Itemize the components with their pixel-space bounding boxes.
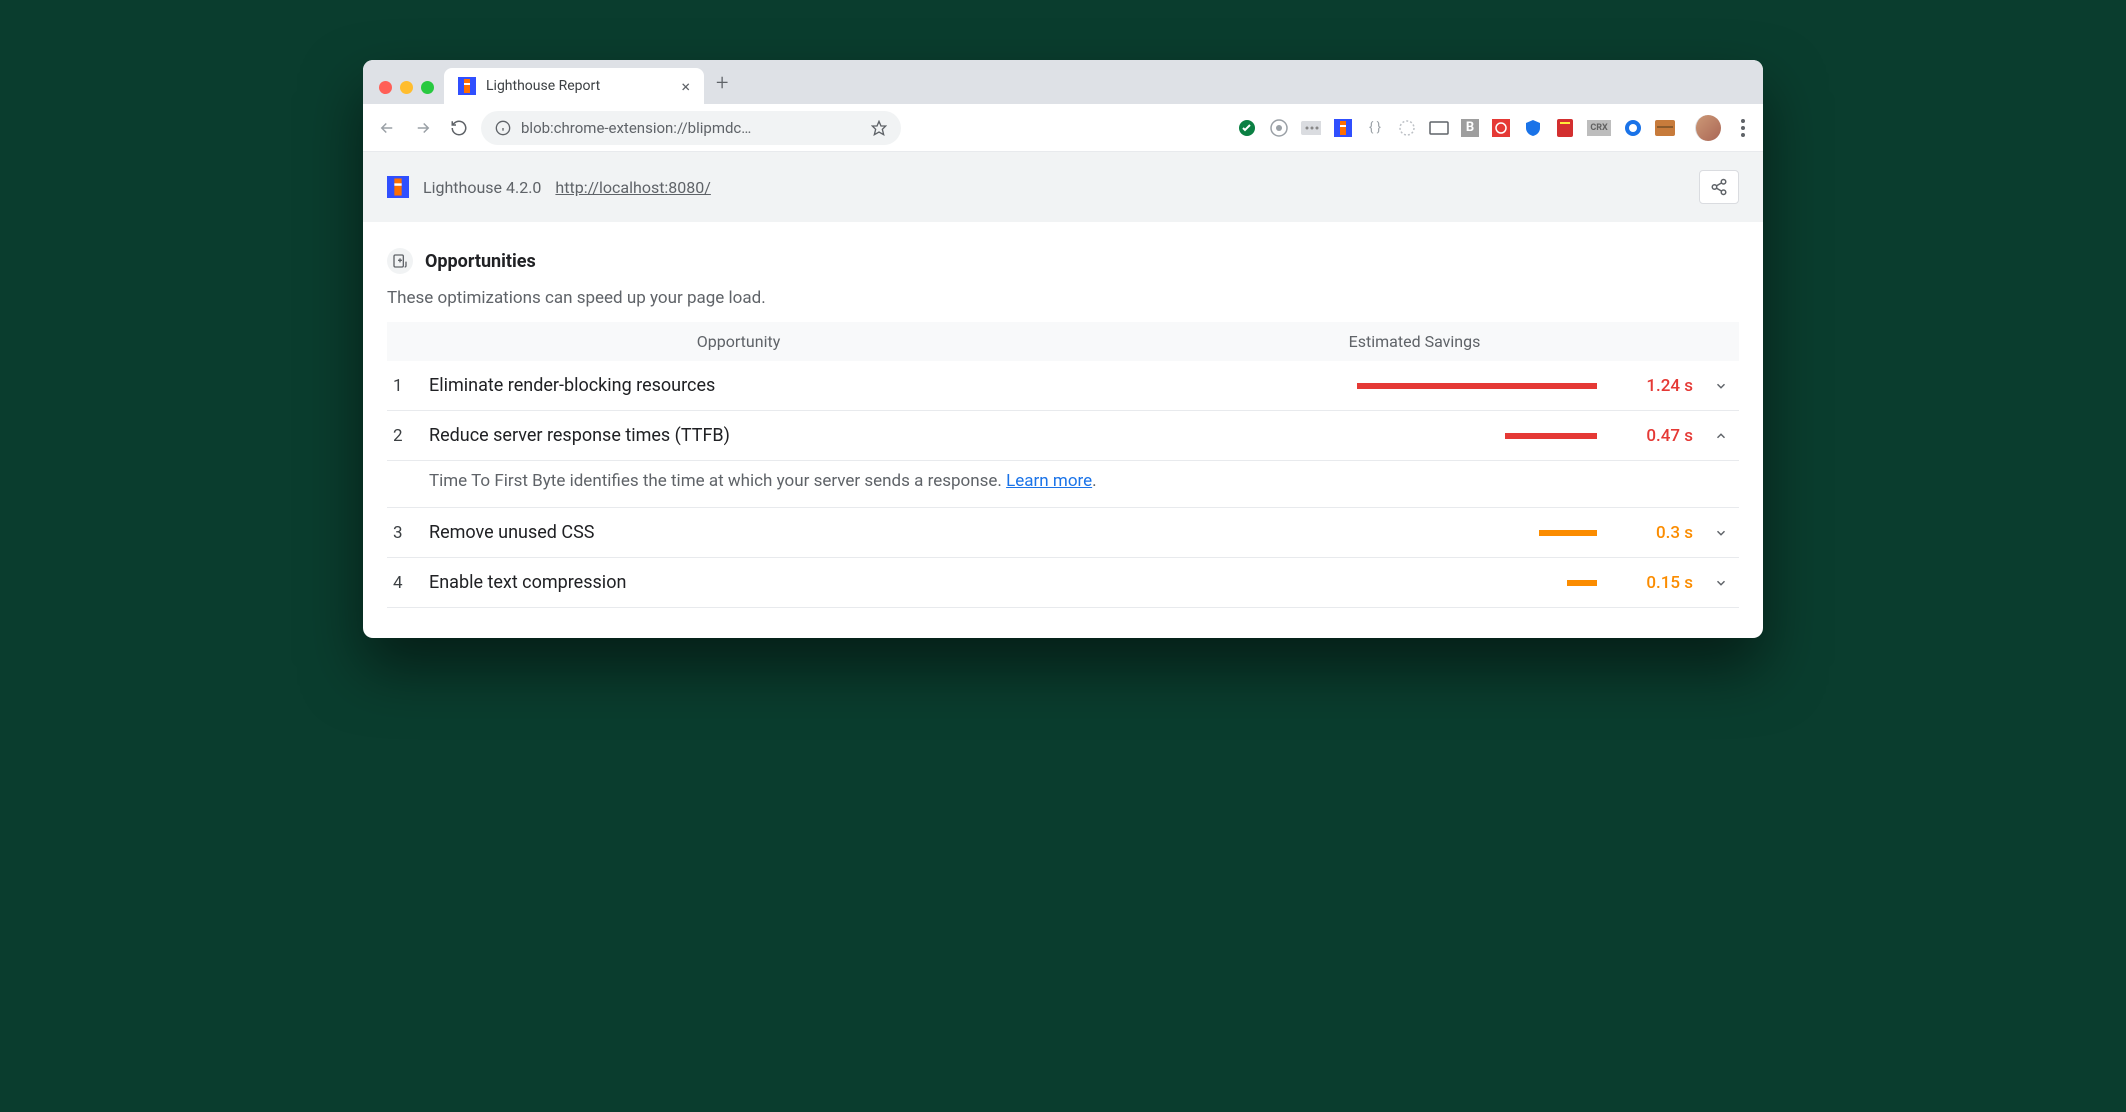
back-button[interactable] (373, 114, 401, 142)
section-description: These optimizations can speed up your pa… (387, 288, 1739, 308)
browser-toolbar: blob:chrome-extension://blipmdc… { } B C… (363, 104, 1763, 152)
savings-bar (1539, 530, 1597, 536)
reload-button[interactable] (445, 114, 473, 142)
opportunity-title: Reduce server response times (TTFB) (429, 425, 1099, 446)
window-controls (375, 81, 444, 104)
row-number: 4 (393, 573, 413, 593)
extension-icon[interactable] (1237, 118, 1257, 138)
savings-value: 1.24 s (1623, 376, 1693, 396)
section-title: Opportunities (425, 251, 536, 272)
close-window-button[interactable] (379, 81, 392, 94)
address-bar[interactable]: blob:chrome-extension://blipmdc… (481, 111, 901, 145)
savings-bar (1567, 580, 1597, 586)
opportunities-icon (387, 248, 413, 274)
savings-value: 0.3 s (1623, 523, 1693, 543)
opportunities-list: 1 Eliminate render-blocking resources 1.24… (387, 361, 1739, 608)
chevron-down-icon[interactable] (1709, 379, 1733, 393)
tab-strip: Lighthouse Report × + (363, 60, 1763, 104)
opportunity-row[interactable]: 4 Enable text compression 0.15 s (387, 558, 1739, 608)
tested-url-link[interactable]: http://localhost:8080/ (555, 178, 710, 197)
savings-bar (1357, 383, 1597, 389)
extension-icons: { } B CRX (1237, 115, 1753, 141)
column-opportunity: Opportunity (387, 332, 1090, 351)
learn-more-link[interactable]: Learn more (1006, 471, 1092, 491)
extension-icon[interactable]: { } (1365, 118, 1385, 138)
extension-icon[interactable]: CRX (1587, 120, 1611, 136)
opportunity-row[interactable]: 1 Eliminate render-blocking resources 1.24… (387, 361, 1739, 411)
extension-icon[interactable] (1491, 118, 1511, 138)
savings-bar-wrap (1115, 433, 1607, 439)
browser-tab[interactable]: Lighthouse Report × (444, 68, 704, 104)
forward-button[interactable] (409, 114, 437, 142)
chevron-down-icon[interactable] (1709, 576, 1733, 590)
opportunity-title: Eliminate render-blocking resources (429, 375, 1099, 396)
table-header: Opportunity Estimated Savings (387, 322, 1739, 361)
browser-menu-button[interactable] (1733, 119, 1753, 137)
opportunity-title: Enable text compression (429, 572, 1099, 593)
extension-icon[interactable] (1655, 118, 1675, 138)
extension-icon[interactable] (1301, 118, 1321, 138)
opportunity-row[interactable]: 2 Reduce server response times (TTFB) 0.47… (387, 411, 1739, 461)
lighthouse-logo-icon (387, 176, 409, 198)
extension-icon[interactable] (1523, 118, 1543, 138)
maximize-window-button[interactable] (421, 81, 434, 94)
row-number: 1 (393, 376, 413, 396)
extension-icon[interactable] (1269, 118, 1289, 138)
tab-title: Lighthouse Report (486, 78, 600, 94)
profile-avatar[interactable] (1695, 115, 1721, 141)
url-text: blob:chrome-extension://blipmdc… (521, 119, 751, 137)
section-header: Opportunities (387, 248, 1739, 274)
lighthouse-version: Lighthouse 4.2.0 (423, 178, 541, 197)
lighthouse-header: Lighthouse 4.2.0 http://localhost:8080/ (363, 152, 1763, 222)
minimize-window-button[interactable] (400, 81, 413, 94)
column-savings: Estimated Savings (1090, 332, 1739, 351)
extension-icon[interactable] (1623, 118, 1643, 138)
lighthouse-icon (458, 77, 476, 95)
detail-text: Time To First Byte identifies the time a… (429, 471, 1006, 491)
savings-bar-wrap (1115, 530, 1607, 536)
extension-icon[interactable]: B (1461, 119, 1479, 137)
savings-bar (1505, 433, 1597, 439)
row-number: 3 (393, 523, 413, 543)
bookmark-icon[interactable] (871, 120, 887, 136)
extension-icon[interactable] (1397, 118, 1417, 138)
extension-icon[interactable] (1555, 118, 1575, 138)
extension-icon[interactable] (1429, 118, 1449, 138)
opportunity-detail: Time To First Byte identifies the time a… (387, 461, 1739, 508)
report-content: Opportunities These optimizations can sp… (363, 222, 1763, 638)
close-tab-icon[interactable]: × (681, 77, 690, 96)
chevron-up-icon[interactable] (1709, 429, 1733, 443)
new-tab-button[interactable]: + (704, 71, 740, 104)
savings-bar-wrap (1115, 383, 1607, 389)
chevron-down-icon[interactable] (1709, 526, 1733, 540)
share-button[interactable] (1699, 170, 1739, 204)
browser-window: Lighthouse Report × + blob:chrome-extens… (363, 60, 1763, 638)
opportunity-row[interactable]: 3 Remove unused CSS 0.3 s (387, 508, 1739, 558)
savings-value: 0.15 s (1623, 573, 1693, 593)
opportunity-title: Remove unused CSS (429, 522, 1099, 543)
site-info-icon[interactable] (495, 120, 511, 136)
savings-bar-wrap (1115, 580, 1607, 586)
lighthouse-extension-icon[interactable] (1333, 118, 1353, 138)
savings-value: 0.47 s (1623, 426, 1693, 446)
row-number: 2 (393, 426, 413, 446)
